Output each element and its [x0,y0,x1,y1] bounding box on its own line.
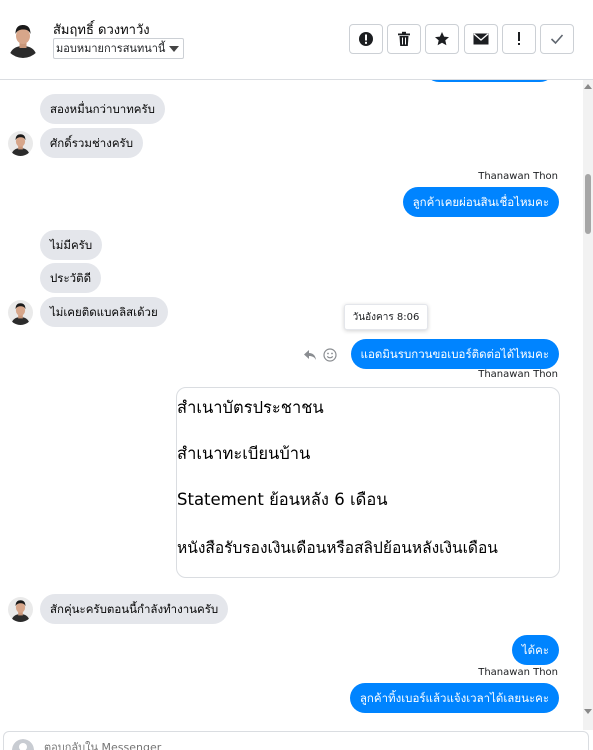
message-bubble-incoming[interactable]: สักคุ่นะครับตอนนี้กำลังทำงานครับ [40,594,229,624]
trash-icon [398,31,410,46]
mark-spam-button[interactable] [349,24,383,54]
previous-message-bubble [424,80,555,82]
react-icon[interactable] [323,348,337,362]
message-bubble-incoming[interactable]: ไม่มีครับ [40,230,103,260]
assign-conversation-label: มอบหมายการสนทนานี้ [56,42,166,55]
document-line: สำเนาทะเบียนบ้าน [177,444,311,463]
messenger-conversation-panel: สัมฤทธิ์ ดวงทาวัง มอบหมายการสนทนานี้ สอง… [0,0,593,750]
delete-button[interactable] [387,24,421,54]
contact-avatar-small [8,131,33,156]
document-image-attachment[interactable]: สำเนาบัตรประชาชน สำเนาทะเบียนบ้าน Statem… [176,387,560,578]
exclamation-circle-icon [359,32,373,46]
check-icon [550,34,564,45]
document-line: สำเนาบัตรประชาชน [177,398,324,417]
page-avatar [12,739,34,750]
message-bubble-outgoing[interactable]: ลูกค้าเคยผ่อนสินเชื่อไหมคะ [402,187,559,217]
sender-name: Thanawan Thon [478,171,558,182]
message-bubble-incoming[interactable]: ไม่เคยติดแบคลิสเด้วย [40,297,168,327]
sender-name: Thanawan Thon [478,369,558,380]
contact-avatar-small [8,300,33,325]
reply-icon[interactable] [303,348,317,362]
star-button[interactable] [425,24,459,54]
assign-conversation-dropdown[interactable]: มอบหมายการสนทนานี้ [53,38,185,59]
message-bubble-outgoing[interactable]: ได้คะ [511,635,559,665]
scroll-down-arrow-icon[interactable] [584,709,592,714]
document-line: Statement ย้อนหลัง 6 เดือน [177,490,388,509]
mark-done-button[interactable] [540,24,574,54]
sender-name: Thanawan Thon [478,667,558,678]
contact-avatar-small [8,597,33,622]
caret-down-icon [169,46,180,52]
document-line: หนังสือรับรองเงินเดือนหรือสลิปย้อนหลังเง… [177,539,498,557]
message-bubble-incoming[interactable]: สองหมื่นกว่าบาทครับ [40,94,165,124]
follow-up-button[interactable] [502,24,536,54]
mark-unread-button[interactable] [464,24,498,54]
contact-avatar[interactable] [4,20,42,58]
star-icon [435,32,449,46]
timestamp-tooltip: วันอังคาร 8:06 [344,304,428,330]
conversation-header: สัมฤทธิ์ ดวงทาวัง มอบหมายการสนทนานี้ [0,0,593,80]
scroll-up-arrow-icon[interactable] [584,84,592,89]
envelope-icon [473,33,489,45]
message-actions [303,348,337,362]
message-bubble-incoming[interactable]: ศักดิ์รวมช่างครับ [40,128,143,158]
reply-composer[interactable] [3,731,589,750]
message-bubble-incoming[interactable]: ประวัติดี [40,263,102,293]
message-bubble-outgoing[interactable]: ลูกค้าทิ้งเบอร์แล้วแจ้งเวลาได้เลยนะคะ [349,683,559,713]
contact-name[interactable]: สัมฤทธิ์ ดวงทาวัง [53,19,150,40]
reply-input[interactable] [44,741,344,750]
message-bubble-outgoing[interactable]: แอดมินรบกวนขอเบอร์ติดต่อได้ไหมคะ [350,339,559,369]
scrollbar-thumb[interactable] [585,174,591,234]
exclamation-icon [518,32,520,45]
